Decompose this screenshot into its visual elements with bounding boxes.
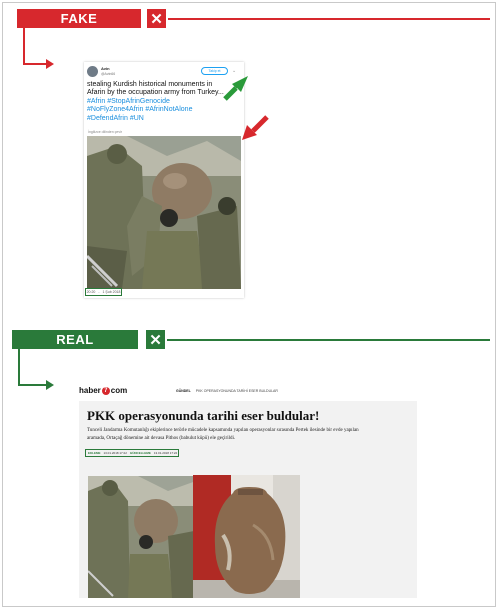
logo-text-haber: haber: [79, 386, 101, 395]
hashtag-link[interactable]: #NoFlyZone4Afrin: [87, 106, 143, 113]
site-logo[interactable]: haber 7 com: [79, 386, 127, 395]
hashtag-link[interactable]: #StopAfrinGenocide: [107, 98, 170, 105]
tweet-date: 1 Şub 2018: [102, 290, 121, 294]
tweet-timestamp-highlight: 20:20 - 1 Şub 2018: [85, 288, 122, 296]
hashtag-link[interactable]: #AfrinNotAlone: [145, 106, 192, 113]
soldiers-with-pithos-photo: [87, 136, 241, 289]
tweet-text: stealing Kurdish historical monuments in…: [87, 81, 241, 123]
pithos-jar-photo: [193, 475, 300, 598]
tweet-text-line: Afarin by the occupation army from Turke…: [87, 89, 224, 97]
hashtag-link[interactable]: #UN: [130, 115, 144, 122]
real-connector-horizontal: [18, 384, 47, 386]
translate-link[interactable]: İngilizce dilinden çevir: [88, 130, 122, 134]
tweet-author-handle: @Avin66: [101, 72, 116, 76]
article-lead: Tunceli Jandarma Komutanlığı ekiplerince…: [87, 427, 407, 442]
hashtag-link[interactable]: #DefendAfrin: [87, 115, 128, 122]
hashtag-link[interactable]: #Afrin: [87, 98, 105, 105]
real-divider-line: [167, 339, 490, 341]
soldiers-with-pithos-photo: [88, 476, 196, 598]
article-lead-line: aramada, Ortaçağ dönemine ait devasa Pit…: [87, 435, 236, 441]
green-pointer-arrow-icon: [223, 76, 248, 101]
real-arrow-icon: [46, 380, 54, 390]
breadcrumb-current: PKK OPERASYONUNDA TARİHİ ESER BULDULAR: [195, 389, 278, 393]
fake-arrow-icon: [46, 59, 54, 69]
breadcrumb-section[interactable]: GÜNDEL: [176, 389, 191, 393]
fake-x-icon: ✕: [147, 9, 166, 28]
real-connector-vertical: [18, 349, 20, 386]
breadcrumb: GÜNDEL PKK OPERASYONUNDA TARİHİ ESER BUL…: [176, 389, 278, 393]
date-updated: 13.01.2018 17:22: [153, 451, 178, 455]
real-x-icon: ✕: [146, 330, 165, 349]
fake-label: FAKE: [17, 9, 141, 28]
article-dates-highlight: EKLEME 13.01.2018 17:22 GÜNCELLEME 13.01…: [85, 449, 179, 457]
avatar: [87, 66, 98, 77]
real-news-article: haber 7 com GÜNDEL PKK OPERASYONUNDA TARİH…: [79, 383, 417, 598]
fake-connector-vertical: [23, 28, 25, 65]
date-label-added: EKLEME: [88, 451, 101, 455]
red-pointer-arrow-icon: [242, 115, 269, 140]
tweet-text-line: stealing Kurdish historical monuments in: [87, 81, 213, 88]
logo-text-com: com: [110, 386, 128, 395]
fake-divider-line: [168, 18, 490, 20]
article-panel: PKK operasyonunda tarihi eser buldular! …: [79, 401, 417, 598]
article-lead-line: Tunceli Jandarma Komutanlığı ekiplerince…: [87, 428, 359, 433]
fake-tweet-card: Avin @Avin66 Takip et ⌄ stealing Kurdish…: [84, 62, 244, 298]
logo-seven: 7: [101, 387, 110, 395]
article-title: PKK operasyonunda tarihi eser buldular!: [87, 408, 320, 423]
date-label-updated: GÜNCELLEME: [129, 451, 151, 455]
tweet-author-name: Avin: [101, 66, 110, 71]
real-label: REAL: [12, 330, 138, 349]
date-added: 13.01.2018 17:22: [103, 451, 127, 455]
tweet-time: 20:20: [86, 290, 96, 294]
fake-connector-horizontal: [23, 63, 47, 65]
